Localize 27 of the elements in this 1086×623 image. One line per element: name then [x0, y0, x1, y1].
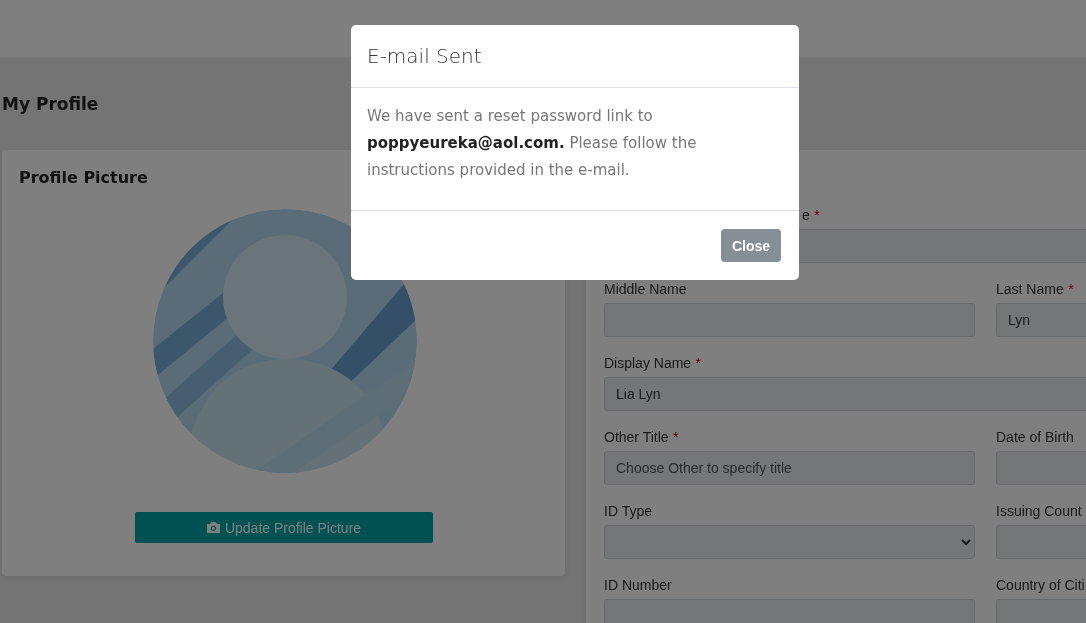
dialog-title: E-mail Sent: [367, 44, 482, 68]
text-field[interactable]: Lyn: [996, 303, 1086, 337]
field-label: Date of Birth: [996, 428, 1074, 446]
field-label: Other Title: [604, 428, 669, 446]
required-mark: *: [1068, 280, 1074, 298]
card-title: Profile Picture: [19, 168, 148, 187]
field-label: ID Number: [604, 576, 672, 594]
text-field[interactable]: Choose Other to specify title: [604, 451, 975, 485]
camera-icon: [205, 521, 221, 534]
field-label: Middle Name: [604, 280, 687, 298]
field-label: Issuing Count: [996, 502, 1082, 520]
dialog-message: We have sent a reset password link to poppyeureka@aol.com. Please follow the instructions provided in the e-mail.: [367, 106, 698, 181]
update-picture-button[interactable]: Update Profile Picture: [134, 512, 433, 543]
field-label: Country of Citi: [996, 576, 1085, 594]
field-label: e: [802, 206, 810, 224]
required-mark: *: [695, 354, 702, 372]
page-title: My Profile: [2, 92, 99, 115]
text-field[interactable]: [604, 303, 975, 337]
field-label: Last Name: [996, 280, 1064, 298]
text-field[interactable]: Lia Lyn: [604, 377, 1086, 411]
field-label: ID Type: [604, 502, 652, 520]
close-button[interactable]: Close: [721, 229, 781, 262]
text-field[interactable]: [604, 599, 975, 623]
field-label: Display Name: [604, 354, 692, 372]
required-mark: *: [814, 206, 820, 224]
required-mark: *: [673, 428, 679, 446]
dropdown[interactable]: [604, 525, 975, 559]
